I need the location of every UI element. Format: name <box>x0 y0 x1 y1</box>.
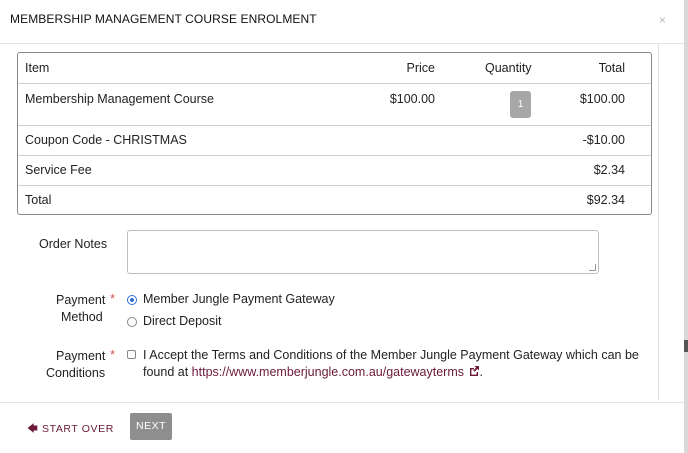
item-price: $100.00 <box>389 92 435 106</box>
next-button[interactable]: NEXT <box>130 413 172 440</box>
table-row: Service Fee $2.34 <box>18 156 651 186</box>
item-total: $100.00 <box>579 92 625 106</box>
payment-method-label-line2: Method <box>61 310 103 324</box>
table-row: Total $92.34 <box>18 186 651 214</box>
option-member-jungle-gateway[interactable]: Member Jungle Payment Gateway <box>143 292 335 306</box>
terms-period: . <box>479 365 483 379</box>
item-name: Membership Management Course <box>25 92 214 106</box>
order-notes-label: Order Notes <box>39 237 108 251</box>
coupon-label: Coupon Code - CHRISTMAS <box>25 133 187 147</box>
order-summary-table: Item Price Quantity Total Membership Man… <box>17 52 652 215</box>
terms-link[interactable]: https://www.memberjungle.com.au/gatewayt… <box>192 365 464 379</box>
start-over-button[interactable]: 🡄 START OVER <box>27 421 114 439</box>
header-item: Item <box>25 61 50 75</box>
modal-footer: 🡄 START OVER NEXT <box>0 402 688 453</box>
payment-method-label-line1: Payment <box>56 293 106 307</box>
scrollbar-track[interactable] <box>658 44 659 400</box>
grand-total-value: $92.34 <box>586 193 625 207</box>
radio-direct-deposit[interactable] <box>127 317 137 327</box>
quantity-badge: 1 <box>510 91 531 118</box>
window-edge <box>684 0 688 453</box>
header-price: Price <box>406 61 435 75</box>
close-icon[interactable]: × <box>659 13 666 27</box>
edge-marker <box>684 340 688 352</box>
table-row: Coupon Code - CHRISTMAS -$10.00 <box>18 126 651 156</box>
table-header-row: Item Price Quantity Total <box>18 53 651 84</box>
service-fee-label: Service Fee <box>25 163 92 177</box>
external-link-icon[interactable] <box>468 365 480 377</box>
modal-header: MEMBERSHIP MANAGEMENT COURSE ENROLMENT × <box>0 0 688 44</box>
order-notes-field[interactable] <box>127 230 599 274</box>
coupon-total: -$10.00 <box>582 133 625 147</box>
option-direct-deposit[interactable]: Direct Deposit <box>143 314 222 328</box>
start-over-label: START OVER <box>41 423 114 435</box>
header-total: Total <box>598 61 625 75</box>
terms-text: I Accept the Terms and Conditions of the… <box>143 347 643 381</box>
header-quantity: Quantity <box>485 61 532 75</box>
arrow-left-icon: 🡄 <box>27 423 39 435</box>
payment-conditions-label-line2: Conditions <box>46 366 106 380</box>
required-marker: * <box>110 291 116 306</box>
radio-member-jungle-gateway[interactable] <box>127 295 137 305</box>
modal-title: MEMBERSHIP MANAGEMENT COURSE ENROLMENT <box>10 12 317 26</box>
enrolment-modal: MEMBERSHIP MANAGEMENT COURSE ENROLMENT ×… <box>0 0 688 453</box>
grand-total-label: Total <box>25 193 52 207</box>
table-row: Membership Management Course $100.00 1 $… <box>18 84 651 126</box>
payment-conditions-label-line1: Payment <box>56 349 106 363</box>
required-marker: * <box>110 347 116 362</box>
service-fee-total: $2.34 <box>593 163 625 177</box>
accept-terms-checkbox[interactable] <box>127 350 136 359</box>
resize-handle[interactable] <box>589 264 596 271</box>
